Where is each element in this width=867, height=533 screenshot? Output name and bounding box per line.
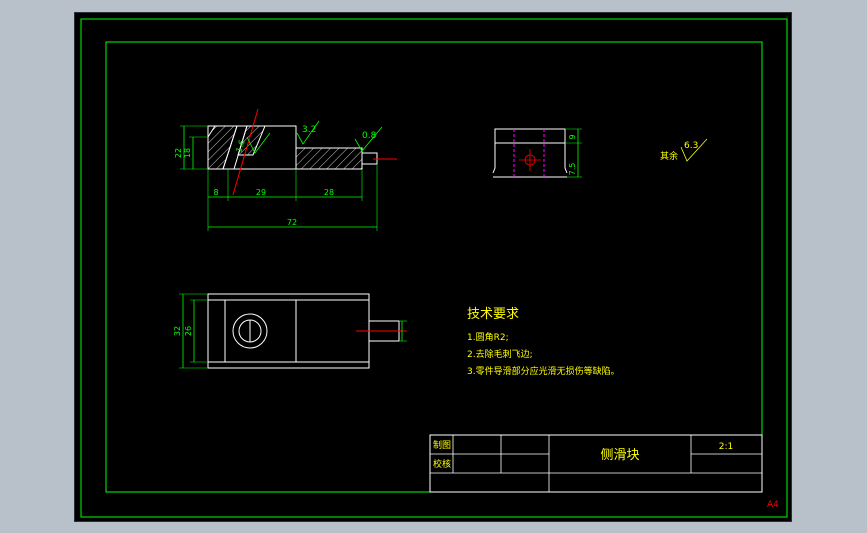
top-outline <box>207 293 370 369</box>
dim-len-c: 28 <box>324 188 334 197</box>
side-view: 9 7.5 <box>492 128 582 178</box>
tech-item-3: 3.零件导滑部分应光滑无损伤等缺陷。 <box>467 365 620 377</box>
title-block: 制图 校核 侧滑块 2:1 <box>429 434 763 493</box>
section-hatch-left <box>207 125 238 170</box>
tech-requirements: 技术要求 1.圆角R2; 2.去除毛刺飞边; 3.零件导滑部分应光滑无损伤等缺陷… <box>467 307 620 377</box>
top-dim-width-inner: 26 <box>184 326 193 336</box>
other-roughness-note: 其余 6.3 <box>660 138 708 162</box>
roughness-a: 3.2 <box>302 125 316 135</box>
sheet-size-label: A4 <box>767 500 779 510</box>
section-hatch-right <box>295 147 363 170</box>
tech-item-1: 1.圆角R2; <box>467 331 509 343</box>
front-view: 22 18 8 29 28 72 3.2 0.8 1.6 <box>174 108 397 231</box>
tb-part-name: 侧滑块 <box>600 448 639 463</box>
other-roughness-label: 其余 <box>660 150 678 162</box>
dim-total: 72 <box>287 218 297 227</box>
tb-row2-label: 校核 <box>433 458 451 470</box>
tb-scale: 2:1 <box>719 442 733 452</box>
dim-height-outer: 22 <box>174 148 183 158</box>
tech-item-2: 2.去除毛刺飞边; <box>467 348 533 360</box>
drawing-viewport[interactable]: 22 18 8 29 28 72 3.2 0.8 1.6 9 7.5 其余 6.… <box>74 12 792 522</box>
top-dim-width-outer: 32 <box>173 326 182 336</box>
dim-len-b: 29 <box>256 188 266 197</box>
tech-title: 技术要求 <box>467 307 519 322</box>
top-view: 32 26 <box>173 293 407 369</box>
side-dim-bottom: 7.5 <box>568 163 577 176</box>
side-dim-top: 9 <box>568 134 577 139</box>
dim-len-a: 8 <box>213 188 218 197</box>
roughness-b: 0.8 <box>362 131 377 141</box>
cad-drawing: 22 18 8 29 28 72 3.2 0.8 1.6 9 7.5 其余 6.… <box>80 18 788 518</box>
inner-frame <box>105 41 763 493</box>
dim-height-inner: 18 <box>183 148 192 158</box>
other-roughness-value: 6.3 <box>684 141 698 151</box>
title-block-frame <box>429 434 763 493</box>
tb-row1-label: 制图 <box>433 439 451 451</box>
